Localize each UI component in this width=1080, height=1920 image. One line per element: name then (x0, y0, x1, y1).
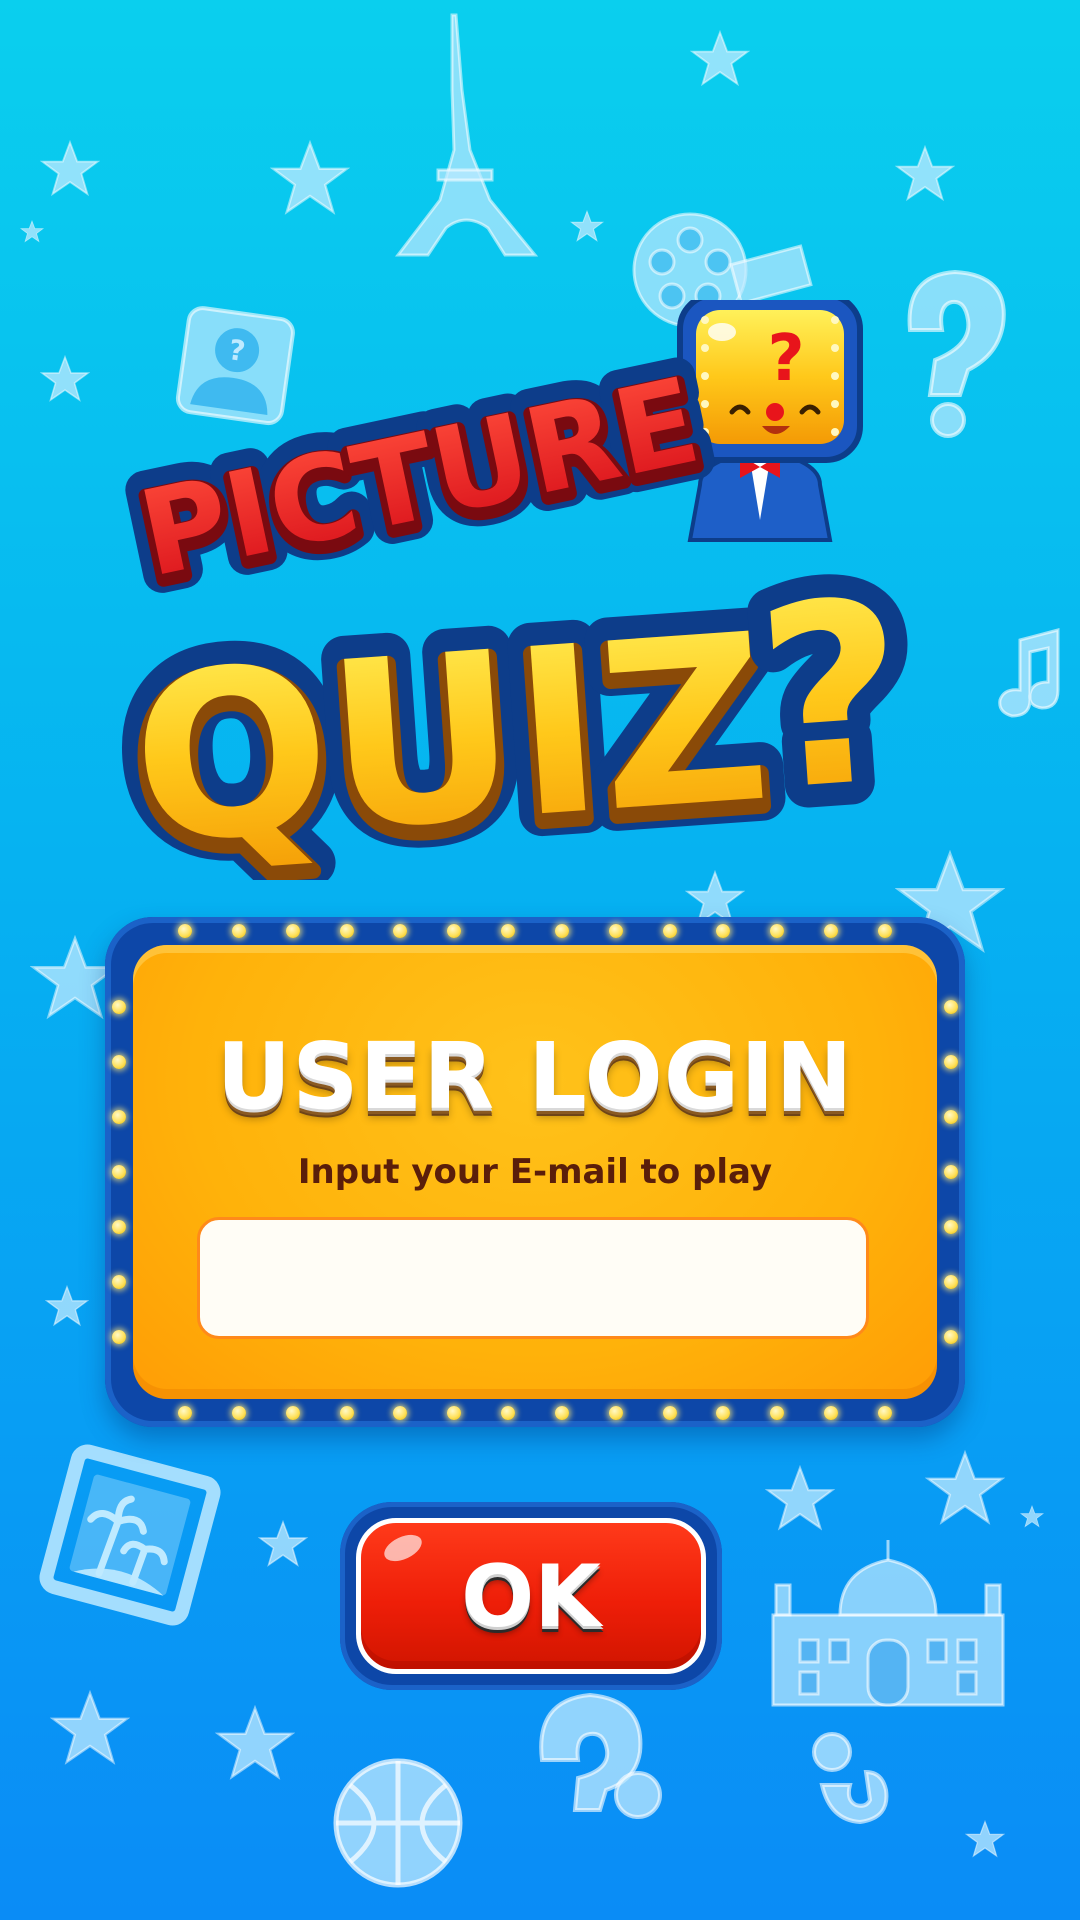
login-title: USER LOGIN (216, 1023, 854, 1130)
marquee-bulb (112, 1165, 126, 1179)
marquee-bulb (608, 924, 623, 938)
star-icon (965, 1820, 1005, 1857)
star-icon (272, 141, 348, 214)
marquee-bulb (944, 1275, 958, 1289)
star-icon (927, 1451, 1003, 1524)
marquee-bulb (339, 924, 354, 938)
marquee-bulb (112, 1110, 126, 1124)
game-logo: ? PICTURE PICTURE PICTURE QUIZ QUIZ QUIZ… (102, 300, 937, 880)
star-icon (896, 146, 954, 200)
login-subtitle: Input your E-mail to play (297, 1152, 773, 1192)
title-line1: PICTURE (129, 351, 710, 603)
star-icon (216, 1706, 293, 1779)
marquee-bulb (112, 1055, 126, 1069)
question-mark-icon (812, 1732, 889, 1825)
login-panel: USER LOGIN Input your E-mail to play (105, 917, 965, 1427)
marquee-bulb (285, 1406, 300, 1420)
marquee-bulb (112, 1275, 126, 1289)
marquee-bulb (824, 1406, 839, 1420)
mascot-tv-head-icon: ? (677, 300, 863, 542)
question-mark-icon (539, 1692, 662, 1819)
star-icon (259, 1521, 307, 1566)
title-line2: QUIZ (125, 585, 777, 880)
marquee-bulb (231, 1406, 246, 1420)
marquee-bulb (554, 1406, 569, 1420)
marquee-bulb (944, 1055, 958, 1069)
marquee-bulb (285, 924, 300, 938)
svg-text:?: ? (767, 322, 804, 396)
marquee-bulb (339, 1406, 354, 1420)
email-input[interactable] (197, 1217, 869, 1339)
marquee-bulb (878, 1406, 892, 1420)
star-icon (20, 220, 44, 242)
marquee-bulb (944, 1330, 958, 1344)
marquee-bulb (608, 1406, 623, 1420)
marquee-bulb (178, 1406, 192, 1420)
login-panel-inner: USER LOGIN Input your E-mail to play (133, 945, 937, 1399)
palm-tree-picture-icon (39, 1444, 221, 1626)
marquee-bulb (178, 924, 192, 938)
star-icon (41, 141, 99, 195)
marquee-bulb (770, 1406, 785, 1420)
marquee-bulb (824, 924, 839, 938)
ok-button[interactable]: OK (356, 1518, 706, 1674)
marquee-bulb (112, 1000, 126, 1014)
marquee-bulb (112, 1330, 126, 1344)
ok-button-frame: OK (340, 1502, 722, 1690)
marquee-bulb (447, 924, 462, 938)
star-icon (52, 1691, 129, 1764)
marquee-bulb (662, 1406, 677, 1420)
star-icon (691, 31, 749, 85)
eiffel-tower-icon (394, 13, 539, 257)
star-icon (1020, 1505, 1044, 1527)
basketball-icon (333, 1758, 463, 1888)
marquee-bulb (944, 1000, 958, 1014)
marquee-bulb (878, 924, 892, 938)
marquee-bulb (501, 924, 516, 938)
ok-button-label: OK (461, 1547, 601, 1647)
marquee-bulb (944, 1220, 958, 1234)
marquee-bulb (112, 1220, 126, 1234)
marquee-bulb (716, 924, 731, 938)
marquee-bulb (716, 1406, 731, 1420)
game-screen: ? ? PICTURE PICTURE PICTURE QUIZ QUIZ QU… (0, 0, 1080, 1920)
marquee-bulb (447, 1406, 462, 1420)
marquee-bulb (944, 1165, 958, 1179)
marquee-bulb (662, 924, 677, 938)
marquee-bulb (501, 1406, 516, 1420)
marquee-bulb (393, 1406, 408, 1420)
marquee-bulb (770, 924, 785, 938)
star-icon (570, 210, 604, 242)
marquee-bulb (231, 924, 246, 938)
star-icon (32, 937, 118, 1018)
taj-mahal-icon (771, 1540, 1005, 1707)
star-icon (766, 1466, 834, 1530)
star-icon (46, 1286, 88, 1326)
marquee-bulb (944, 1110, 958, 1124)
title-mark: ? (749, 546, 914, 846)
marquee-bulb (554, 924, 569, 938)
marquee-bulb (393, 924, 408, 938)
